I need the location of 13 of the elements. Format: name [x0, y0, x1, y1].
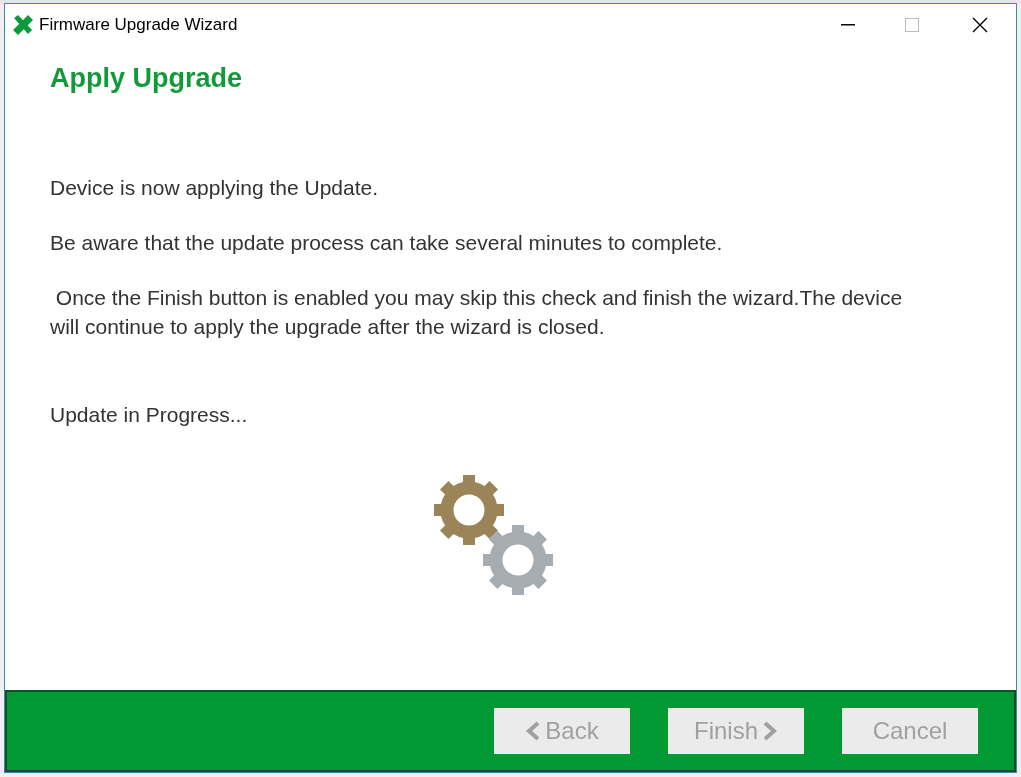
info-text: Be aware that the update process can take several minutes to complete. — [50, 229, 724, 256]
info-text: Device is now applying the Update. — [50, 174, 380, 201]
minimize-icon — [841, 24, 855, 26]
gear-icon — [483, 525, 553, 595]
maximize-icon — [905, 18, 919, 32]
window-title: Firmware Upgrade Wizard — [39, 14, 238, 37]
page-heading: Apply Upgrade — [50, 62, 244, 95]
gear-icon — [434, 475, 504, 545]
info-text: Once the Finish button is enabled you may skip this check and finish the wizard.The device will continue to apply the upgrade after the wizard is closed. — [50, 284, 904, 340]
chevron-right-icon — [762, 721, 778, 741]
status-text: Update in Progress... — [50, 401, 249, 428]
close-icon — [972, 17, 988, 33]
chevron-left-icon — [525, 721, 542, 741]
